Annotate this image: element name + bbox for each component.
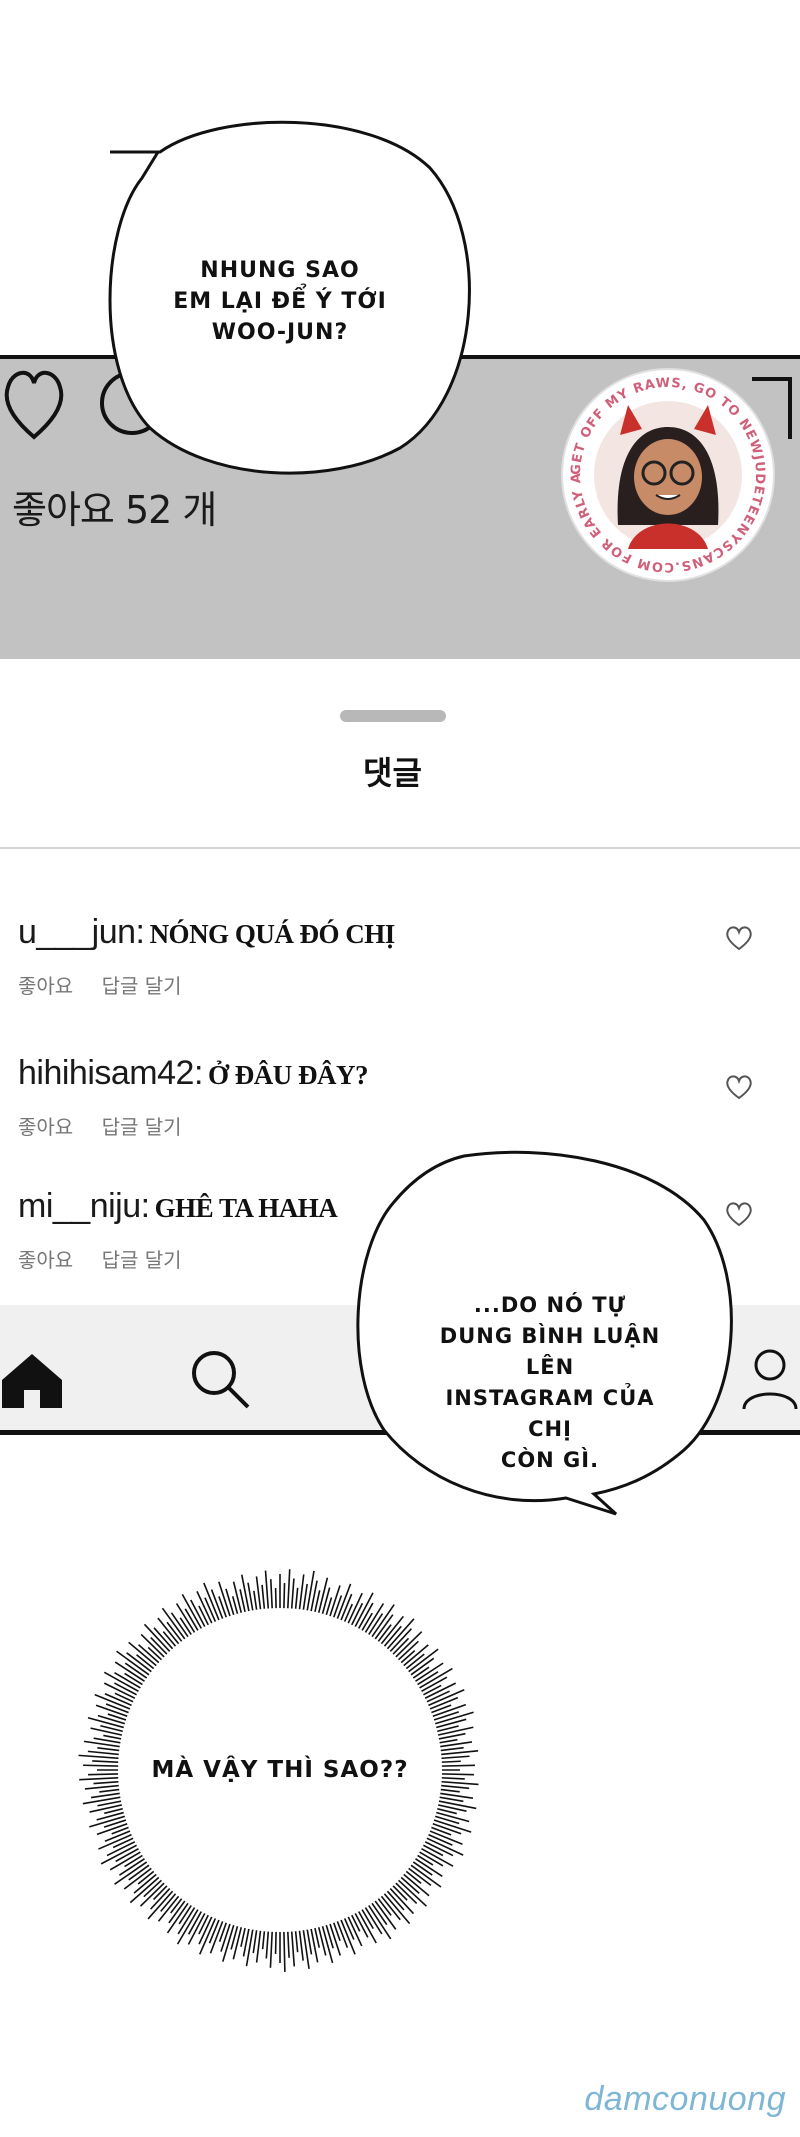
scanlation-stamp: GET OFF MY RAWS, GO TO NEWJUDETEENYSCANS… xyxy=(558,365,775,582)
sheet-divider xyxy=(0,847,800,849)
comment-like-link[interactable]: 좋아요 xyxy=(18,1115,73,1139)
likes-count: 좋아요 52 개 xyxy=(12,488,217,532)
comment-text: Ở ĐÂU ĐÂY? xyxy=(207,1060,369,1090)
comment-username[interactable]: mi__niju: xyxy=(18,1187,150,1225)
sheet-drag-handle[interactable] xyxy=(340,710,446,722)
comment-item: hihihisam42: Ở ĐÂU ĐÂY? 좋아요 답글 달기 xyxy=(18,1054,778,1140)
comment-like-link[interactable]: 좋아요 xyxy=(18,974,73,998)
comment-like-heart-icon[interactable] xyxy=(724,924,754,952)
comment-reply-link[interactable]: 답글 달기 xyxy=(102,974,182,998)
search-icon[interactable] xyxy=(188,1347,252,1411)
comment-text: NÓNG QUÁ ĐÓ CHỊ xyxy=(149,919,396,949)
heart-icon[interactable] xyxy=(4,371,64,440)
site-watermark: damconuong xyxy=(584,2080,786,2118)
comment-like-link[interactable]: 좋아요 xyxy=(18,1248,73,1272)
comment-reply-link[interactable]: 답글 달기 xyxy=(102,1248,182,1272)
comment-username[interactable]: hihihisam42: xyxy=(18,1054,203,1092)
bubble-middle-text: ...DO NÓ TỰ DUNG BÌNH LUẬN LÊN INSTAGRAM… xyxy=(439,1293,661,1472)
comment-text: GHÊ TA HAHA xyxy=(154,1193,338,1223)
comment-username[interactable]: u___jun: xyxy=(18,913,145,951)
comments-title: 댓글 xyxy=(363,754,422,792)
comment-item: u___jun: NÓNG QUÁ ĐÓ CHỊ 좋아요 답글 달기 xyxy=(18,913,778,999)
bubble-top-text: NHUNG SAO EM LẠI ĐỂ Ý TỚI WOO-JUN? xyxy=(173,258,387,345)
comment-reply-link[interactable]: 답글 달기 xyxy=(102,1115,182,1139)
burst-text: MÀ VẬY THÌ SAO?? xyxy=(151,1757,409,1783)
profile-icon[interactable] xyxy=(740,1347,800,1411)
home-icon[interactable] xyxy=(0,1350,64,1410)
comment-like-heart-icon[interactable] xyxy=(724,1073,754,1101)
